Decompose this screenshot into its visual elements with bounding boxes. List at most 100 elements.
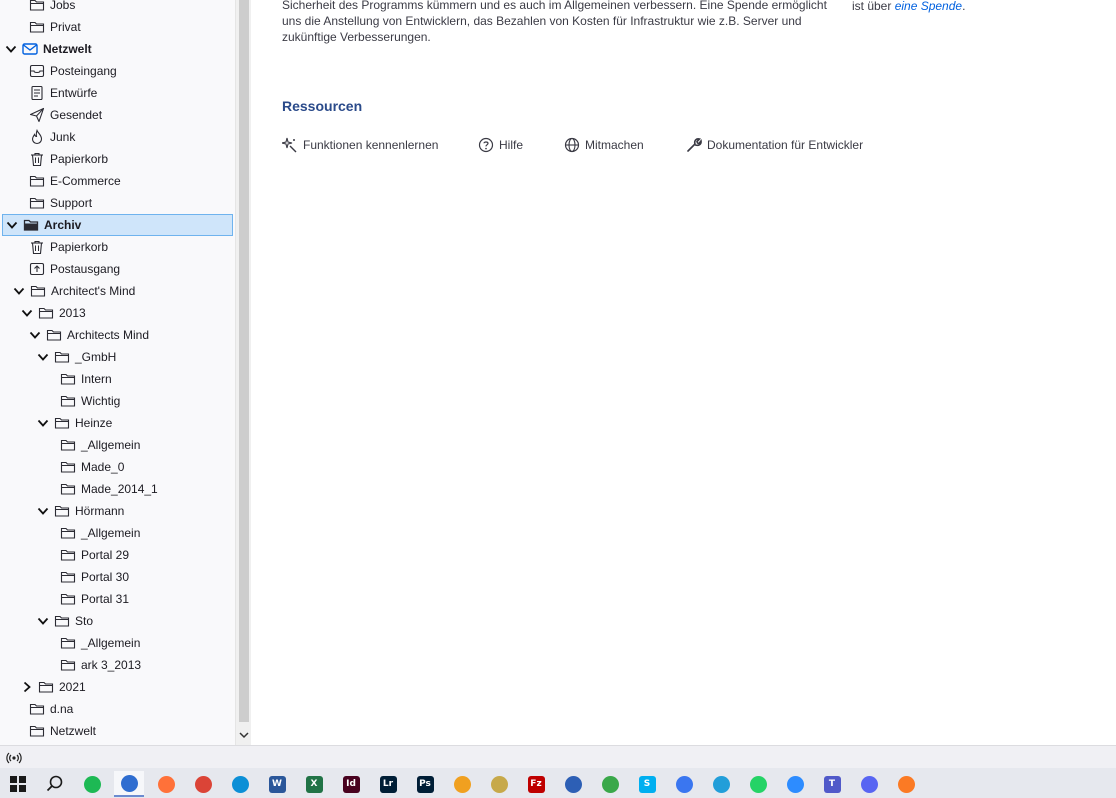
folder-label: Architect's Mind [51,284,136,298]
taskbar-nav-app-icon[interactable] [447,771,477,797]
online-status-icon[interactable] [6,750,22,766]
taskbar-lightroom-icon[interactable]: Lr [373,771,403,797]
folder-row-posteingang[interactable]: Posteingang [2,60,233,82]
taskbar-start-button[interactable] [3,771,33,797]
archive-folder-icon [23,217,39,233]
chevron-down-icon[interactable] [4,42,18,56]
folder-row-netzwelt[interactable]: Netzwelt [2,38,233,60]
folder-row-privat[interactable]: Privat [2,16,233,38]
taskbar-word-icon[interactable]: W [262,771,292,797]
taskbar-skype-icon[interactable]: S [632,771,662,797]
folder-row-portal-31[interactable]: Portal 31 [2,588,233,610]
developer-docs-link-label: Dokumentation für Entwickler [707,138,864,152]
folder-row-allgemein[interactable]: _Allgemein [2,434,233,456]
folder-row-wichtig[interactable]: Wichtig [2,390,233,412]
folder-row-allgemein[interactable]: _Allgemein [2,522,233,544]
folder-row-sto[interactable]: Sto [2,610,233,632]
junk-icon [29,129,45,145]
taskbar-telegram-icon[interactable] [706,771,736,797]
folder-icon [60,657,76,673]
taskbar-indesign-icon[interactable]: Id [336,771,366,797]
folder-row-intern[interactable]: Intern [2,368,233,390]
taskbar-whatsapp-icon[interactable] [743,771,773,797]
folder-row-portal-29[interactable]: Portal 29 [2,544,233,566]
help-link[interactable]: Hilfe [478,136,523,154]
chevron-down-icon[interactable] [12,284,26,298]
taskbar-sync-app-icon[interactable] [595,771,625,797]
folder-row-architects-mind[interactable]: Architects Mind [2,324,233,346]
folder-icon [60,591,76,607]
folder-row-portal-30[interactable]: Portal 30 [2,566,233,588]
features-link[interactable]: Funktionen kennenlernen [282,136,438,154]
folder-row-d-na[interactable]: d.na [2,698,233,720]
folder-label: _Allgemein [81,636,141,650]
folder-pane-scrollbar[interactable] [235,0,251,745]
folder-row-hörmann[interactable]: Hörmann [2,500,233,522]
taskbar-signal-icon[interactable] [669,771,699,797]
folder-label: Architects Mind [67,328,150,342]
app-glyph [564,775,582,793]
taskbar-photoshop-icon[interactable]: Ps [410,771,440,797]
folder-label: ark 3_2013 [81,658,142,672]
folder-row-architect-s-mind[interactable]: Architect's Mind [2,280,233,302]
chevron-down-icon[interactable] [36,614,50,628]
taskbar-edge-icon[interactable] [225,771,255,797]
scrollbar-thumb[interactable] [239,0,249,722]
chevron-down-icon[interactable] [20,306,34,320]
folder-row-gmbh[interactable]: _GmbH [2,346,233,368]
folder-row-made-2014-1[interactable]: Made_2014_1 [2,478,233,500]
folder-row-2013[interactable]: 2013 [2,302,233,324]
chevron-down-icon[interactable] [28,328,42,342]
folder-row-e-commerce[interactable]: E-Commerce [2,170,233,192]
app-glyph [120,774,138,792]
taskbar-firefox-icon[interactable] [151,771,181,797]
donate-link[interactable]: eine Spende [895,0,962,13]
chevron-down-icon[interactable] [5,218,19,232]
folder-label: Papierkorb [50,240,109,254]
folder-row-netzwelt[interactable]: Netzwelt [2,720,233,742]
taskbar-excel-icon[interactable]: X [299,771,329,797]
folder-icon [60,569,76,585]
scroll-down-arrow-icon[interactable] [238,728,250,742]
taskbar-discord-icon[interactable] [854,771,884,797]
chevron-down-icon[interactable] [36,350,50,364]
taskbar-xampp-icon[interactable] [891,771,921,797]
folder-row-jobs[interactable]: Jobs [2,0,233,16]
developer-docs-link[interactable]: Dokumentation für Entwickler [686,136,863,154]
folder-row-allgemein[interactable]: _Allgemein [2,632,233,654]
folder-label: Portal 31 [81,592,130,606]
app-glyph: Ps [416,775,434,793]
folder-row-made-0[interactable]: Made_0 [2,456,233,478]
folder-row-entwürfe[interactable]: Entwürfe [2,82,233,104]
taskbar-search-button[interactable] [40,771,70,797]
folder-row-2021[interactable]: 2021 [2,676,233,698]
taskbar-filezilla-icon[interactable]: Fz [521,771,551,797]
app-glyph [786,775,804,793]
mail-account-icon [22,41,38,57]
participate-link[interactable]: Mitmachen [564,136,644,154]
taskbar-spotify-icon[interactable] [77,771,107,797]
taskbar-zoom-icon[interactable] [780,771,810,797]
folder-label: Entwürfe [50,86,98,100]
chevron-down-icon[interactable] [36,416,50,430]
folder-row-support[interactable]: Support [2,192,233,214]
taskbar-app-blue-icon[interactable] [558,771,588,797]
windows-taskbar: W X Id Lr Ps Fz S T [0,768,1116,798]
taskbar-thunderbird-icon[interactable] [114,771,144,797]
taskbar-teams-icon[interactable]: T [817,771,847,797]
folder-row-papierkorb[interactable]: Papierkorb [2,148,233,170]
folder-row-junk[interactable]: Junk [2,126,233,148]
taskbar-notepad-icon[interactable] [484,771,514,797]
taskbar-chrome-icon[interactable] [188,771,218,797]
chevron-down-icon[interactable] [36,504,50,518]
folder-row-papierkorb[interactable]: Papierkorb [2,236,233,258]
donate-suffix: . [962,0,966,13]
chevron-right-icon[interactable] [20,680,34,694]
folder-icon [29,723,45,739]
folder-row-gesendet[interactable]: Gesendet [2,104,233,126]
folder-row-postausgang[interactable]: Postausgang [2,258,233,280]
folder-row-ark-3-2013[interactable]: ark 3_2013 [2,654,233,676]
folder-label: Hörmann [75,504,125,518]
folder-row-heinze[interactable]: Heinze [2,412,233,434]
folder-row-archiv[interactable]: Archiv [2,214,233,236]
